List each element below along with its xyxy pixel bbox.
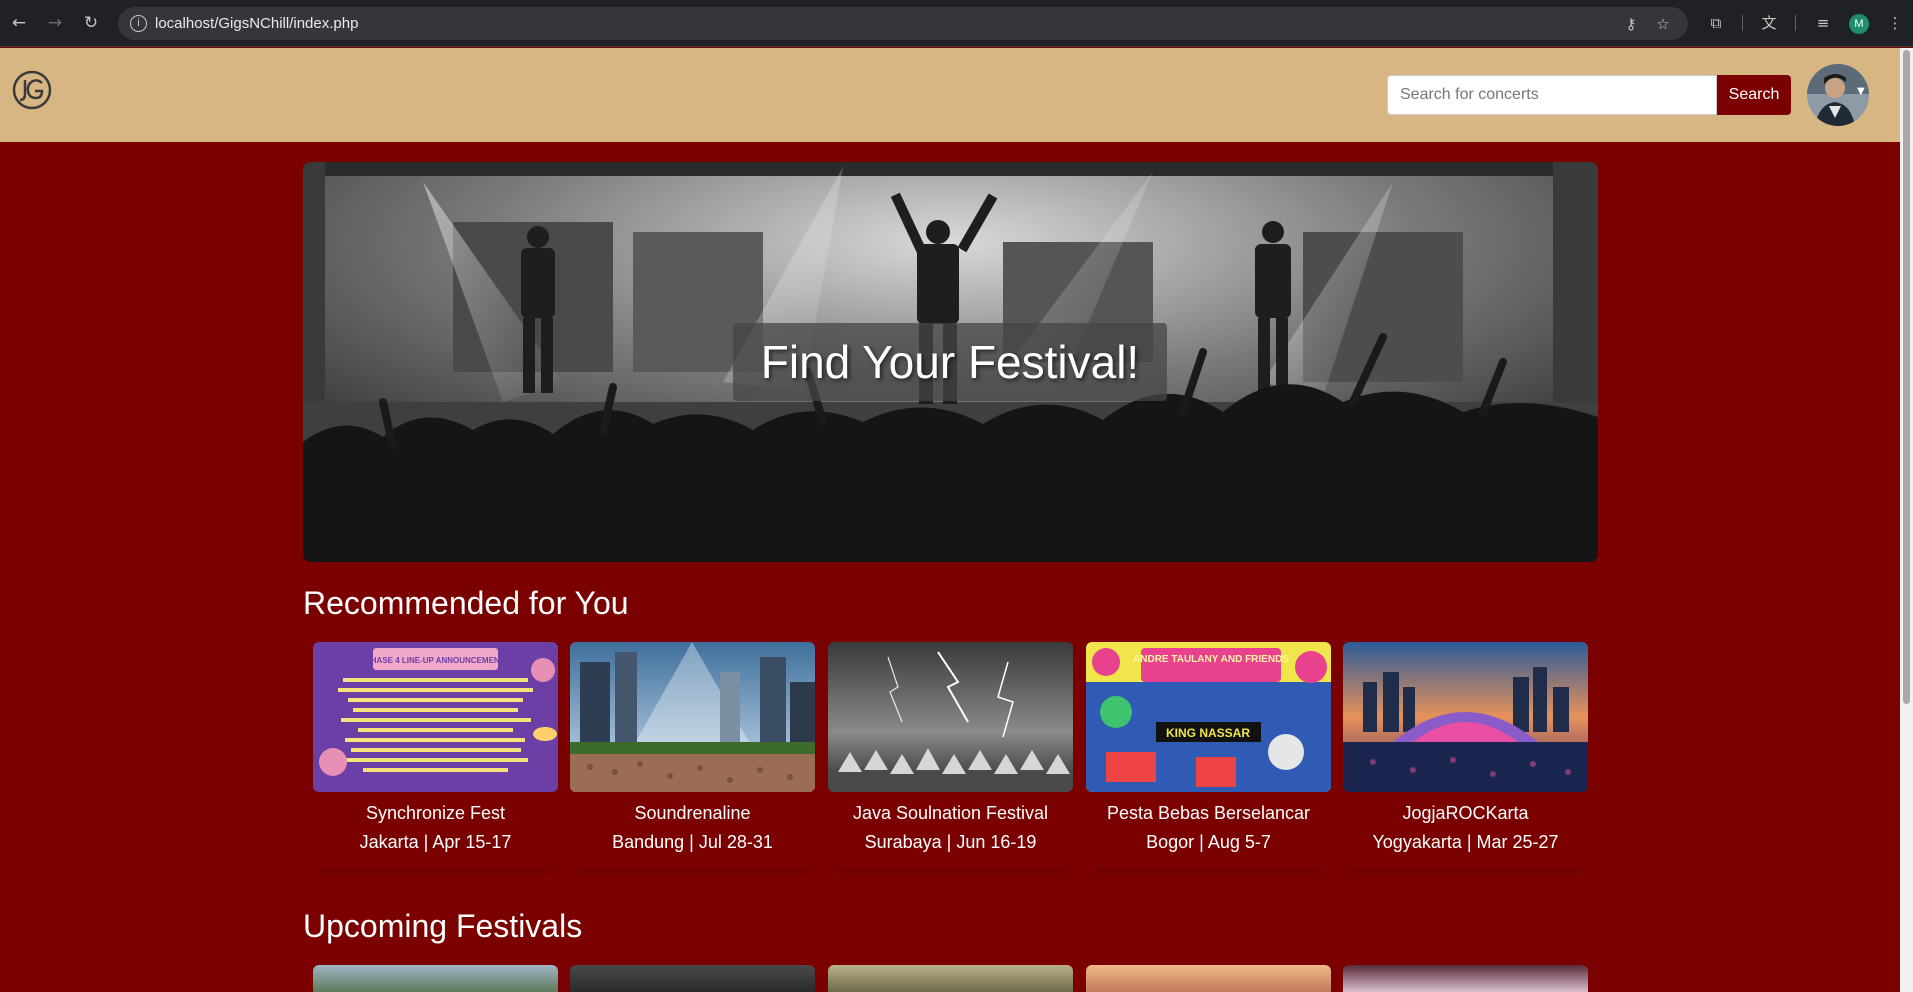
- festival-meta: Yogyakarta | Mar 25-27: [1372, 832, 1559, 852]
- poster-header-text: ANDRE TAULANY AND FRIENDS: [1133, 654, 1289, 665]
- card-shadow: [836, 868, 1065, 874]
- site-info-icon[interactable]: i: [130, 15, 147, 32]
- gigsnchill-logo-icon[interactable]: [12, 70, 52, 110]
- festival-name: Synchronize Fest: [365, 803, 506, 823]
- festival-meta: Bandung | Jul 28-31: [612, 832, 773, 852]
- card-shadow: [1351, 868, 1580, 874]
- site-header: Search ▼: [0, 48, 1900, 142]
- hero-title: Find Your Festival!: [760, 336, 1140, 388]
- festival-card[interactable]: JogjaROCKarta Yogyakarta | Mar 25-27: [1343, 642, 1588, 874]
- upcoming-card[interactable]: [828, 965, 1073, 992]
- festival-card[interactable]: Soundrenaline Bandung | Jul 28-31: [570, 642, 815, 874]
- extensions-icon[interactable]: ⧉: [1705, 12, 1727, 34]
- festival-card[interactable]: Java Soulnation Festival Surabaya | Jun …: [828, 642, 1073, 874]
- festival-poster: [828, 642, 1073, 792]
- browser-toolbar: ← → ↻ i localhost/GigsNChill/index.php ⚷…: [0, 0, 1913, 47]
- recommended-title: Recommended for You: [303, 585, 629, 621]
- upcoming-card[interactable]: [1343, 965, 1588, 992]
- page-scrollbar[interactable]: [1900, 48, 1913, 992]
- festival-name: Java Soulnation Festival: [852, 803, 1049, 823]
- hero-banner: Find Your Festival!: [303, 162, 1598, 562]
- poster-subtitle-text: KING NASSAR: [1166, 726, 1250, 740]
- festival-card[interactable]: PHASE 4 LINE-UP ANNOUNCEMENT Synchronize…: [313, 642, 558, 874]
- festival-poster: ANDRE TAULANY AND FRIENDS KING NASSAR: [1086, 642, 1331, 792]
- festival-name: Pesta Bebas Berselancar: [1106, 803, 1311, 823]
- translate-icon[interactable]: 文: [1758, 12, 1780, 34]
- festival-meta: Bogor | Aug 5-7: [1146, 832, 1271, 852]
- media-control-icon[interactable]: ≡: [1812, 12, 1834, 34]
- search-input[interactable]: [1387, 75, 1717, 115]
- festival-meta: Jakarta | Apr 15-17: [359, 832, 512, 852]
- url-text[interactable]: localhost/GigsNChill/index.php: [155, 15, 358, 32]
- card-shadow: [321, 868, 550, 874]
- upcoming-title: Upcoming Festivals: [303, 908, 583, 944]
- search-button[interactable]: Search: [1717, 75, 1791, 115]
- upcoming-card[interactable]: [570, 965, 815, 992]
- reload-icon[interactable]: ↻: [80, 12, 102, 34]
- card-shadow: [1094, 868, 1323, 874]
- card-shadow: [578, 868, 807, 874]
- toolbar-separator: [1742, 15, 1743, 31]
- address-bar[interactable]: i localhost/GigsNChill/index.php ⚷ ☆: [118, 7, 1688, 40]
- poster-header-text: PHASE 4 LINE-UP ANNOUNCEMENT: [365, 656, 504, 665]
- hero-title-box: Find Your Festival!: [733, 323, 1167, 401]
- back-icon[interactable]: ←: [8, 12, 30, 34]
- forward-icon[interactable]: →: [44, 12, 66, 34]
- upcoming-card[interactable]: [1086, 965, 1331, 992]
- festival-poster: PHASE 4 LINE-UP ANNOUNCEMENT: [313, 642, 558, 792]
- festival-meta: Surabaya | Jun 16-19: [864, 832, 1037, 852]
- bookmark-star-icon[interactable]: ☆: [1653, 14, 1673, 34]
- festival-name: JogjaROCKarta: [1402, 803, 1529, 823]
- password-key-icon[interactable]: ⚷: [1621, 14, 1641, 34]
- festival-poster: [1343, 642, 1588, 792]
- toolbar-separator: [1795, 15, 1796, 31]
- festival-name: Soundrenaline: [634, 803, 751, 823]
- browser-menu-icon[interactable]: ⋮: [1884, 12, 1906, 34]
- festival-poster: [570, 642, 815, 792]
- profile-avatar[interactable]: M: [1849, 14, 1869, 34]
- festival-card[interactable]: ANDRE TAULANY AND FRIENDS KING NASSAR Pe…: [1086, 642, 1331, 874]
- upcoming-card[interactable]: [313, 965, 558, 992]
- scrollbar-thumb[interactable]: [1903, 50, 1910, 704]
- avatar-dropdown-icon[interactable]: ▼: [1857, 86, 1865, 97]
